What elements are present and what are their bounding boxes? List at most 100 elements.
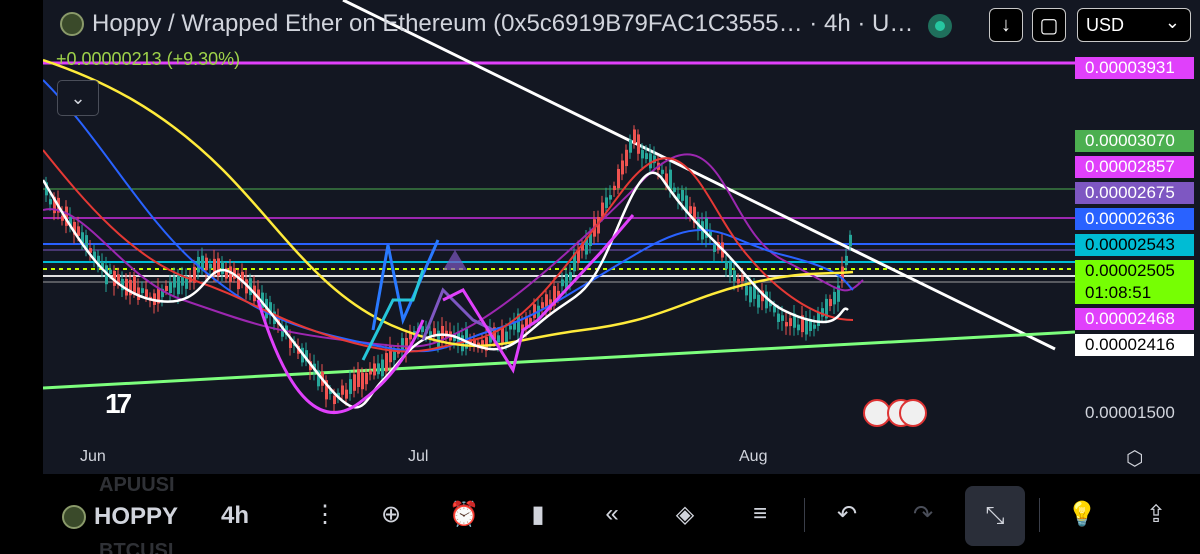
candle-body [713, 244, 716, 252]
candle-body [649, 153, 652, 169]
price-label: 0.00002675 [1075, 182, 1194, 204]
candle-body [813, 324, 816, 329]
candle-body [229, 266, 232, 283]
candle-body [625, 149, 628, 167]
candle-body [169, 282, 172, 294]
time-label-jul: Jul [408, 448, 429, 465]
ma-yellow-line [43, 58, 854, 347]
price-label: 0.00002416 [1075, 334, 1194, 356]
candle-body [777, 313, 780, 322]
candles-icon[interactable]: ▮ [518, 494, 558, 534]
currency-select[interactable]: USD ⌄ [1077, 8, 1191, 42]
collapse-legend-button[interactable]: ⌄ [57, 80, 99, 116]
price-label: 0.00002636 [1075, 208, 1194, 230]
candle-body [829, 299, 832, 307]
candle-body [757, 294, 760, 308]
ghost-symbol-below: BTCUSI [99, 540, 174, 554]
candle-body [141, 288, 144, 294]
candle-body [817, 312, 820, 326]
square-icon: ▢ [1039, 14, 1059, 37]
candle-body [645, 153, 648, 160]
hoppy-logo-icon [60, 12, 84, 36]
chevron-down-icon: ⌄ [70, 87, 86, 108]
arrow-up-purple [443, 250, 467, 270]
candle-body [629, 139, 632, 153]
lightbulb-icon[interactable]: 💡 [1062, 494, 1102, 534]
price-label: 0.00002857 [1075, 156, 1194, 178]
layers-icon[interactable]: ◈ [665, 494, 705, 534]
time-axis[interactable] [43, 440, 1200, 474]
timeframe-button[interactable]: 4h [221, 502, 249, 530]
exit-fullscreen-icon[interactable]: ⤡ [965, 486, 1025, 546]
candle-body [533, 304, 536, 319]
candle-body [437, 330, 440, 348]
candle-body [661, 169, 664, 174]
candle-body [689, 206, 692, 214]
candle-body [797, 324, 800, 331]
share-icon[interactable]: ⇪ [1136, 494, 1176, 534]
drawing-blue-zigzag [371, 239, 440, 331]
price-label: 0.00002543 [1075, 234, 1194, 256]
symbol-title[interactable]: Hoppy / Wrapped Ether on Ethereum (0x5c6… [92, 10, 913, 38]
price-tick-label: 0.00001500 [1085, 403, 1175, 422]
price-label: 0.00003931 [1075, 57, 1194, 79]
candle-body [789, 318, 792, 327]
candle-body [221, 261, 224, 275]
add-indicator-icon[interactable]: ⊕ [371, 494, 411, 534]
candle-body [357, 369, 360, 387]
candle-body [353, 374, 356, 391]
candle-body [621, 160, 624, 175]
currency-value: USD [1086, 14, 1125, 35]
current-price-label: 0.00002505 [1075, 260, 1194, 282]
alert-clock-icon[interactable]: ⏰ [444, 494, 484, 534]
price-label: 0.00002468 [1075, 308, 1194, 330]
candle-body [361, 372, 364, 390]
candle-body [385, 353, 388, 372]
toolbar-divider [804, 498, 805, 532]
more-vertical-icon[interactable]: ⋮ [305, 494, 345, 534]
candle-countdown-label: 01:08:51 [1075, 282, 1194, 304]
candle-body [393, 350, 396, 361]
candle-body [165, 285, 168, 292]
candle-body [737, 278, 740, 284]
candle-body [349, 379, 352, 394]
undo-icon[interactable]: ↶ [827, 494, 867, 534]
chart-canvas[interactable]: 17 [43, 0, 1075, 474]
candle-body [509, 325, 512, 330]
redo-icon[interactable]: ↷ [903, 494, 943, 534]
time-label-aug: Aug [739, 448, 768, 465]
candle-body [77, 226, 80, 236]
candle-body [633, 129, 636, 144]
candle-body [681, 189, 684, 201]
candle-body [741, 276, 744, 282]
fullscreen-button[interactable]: ▢ [1032, 8, 1066, 42]
candle-body [505, 331, 508, 342]
market-status-icon[interactable] [928, 14, 952, 38]
ascending-support-line [43, 330, 1075, 390]
tradingview-logo: 17 [105, 388, 132, 419]
download-button[interactable]: ↓ [989, 8, 1023, 42]
replay-icon[interactable]: « [592, 494, 632, 534]
candle-body [781, 315, 784, 321]
candle-body [609, 195, 612, 200]
chevron-down-icon: ⌄ [1164, 12, 1180, 32]
ghost-symbol-above: APUUSI [99, 474, 175, 496]
candle-body [109, 269, 112, 275]
arrow-down-icon: ↓ [1001, 13, 1011, 36]
symbol-button[interactable]: HOPPY [62, 503, 178, 531]
candle-body [669, 169, 672, 189]
candle-body [205, 257, 208, 271]
chart-header: Hoppy / Wrapped Ether on Ethereum (0x5c6… [60, 10, 913, 38]
candle-body [641, 150, 644, 159]
candle-body [173, 276, 176, 288]
us-flag-icon[interactable] [899, 399, 927, 427]
candle-body [373, 363, 376, 376]
candle-body [145, 289, 148, 298]
candle-body [177, 275, 180, 295]
chart-settings-icon[interactable]: ⬡ [1126, 446, 1143, 471]
candle-body [49, 199, 52, 205]
settings-sliders-icon[interactable]: ≡ [740, 494, 780, 534]
candle-body [749, 286, 752, 303]
tradingview-app: 17 Hoppy / Wrapped Ether on Ethereum (0x… [0, 0, 1200, 554]
candle-body [745, 285, 748, 296]
